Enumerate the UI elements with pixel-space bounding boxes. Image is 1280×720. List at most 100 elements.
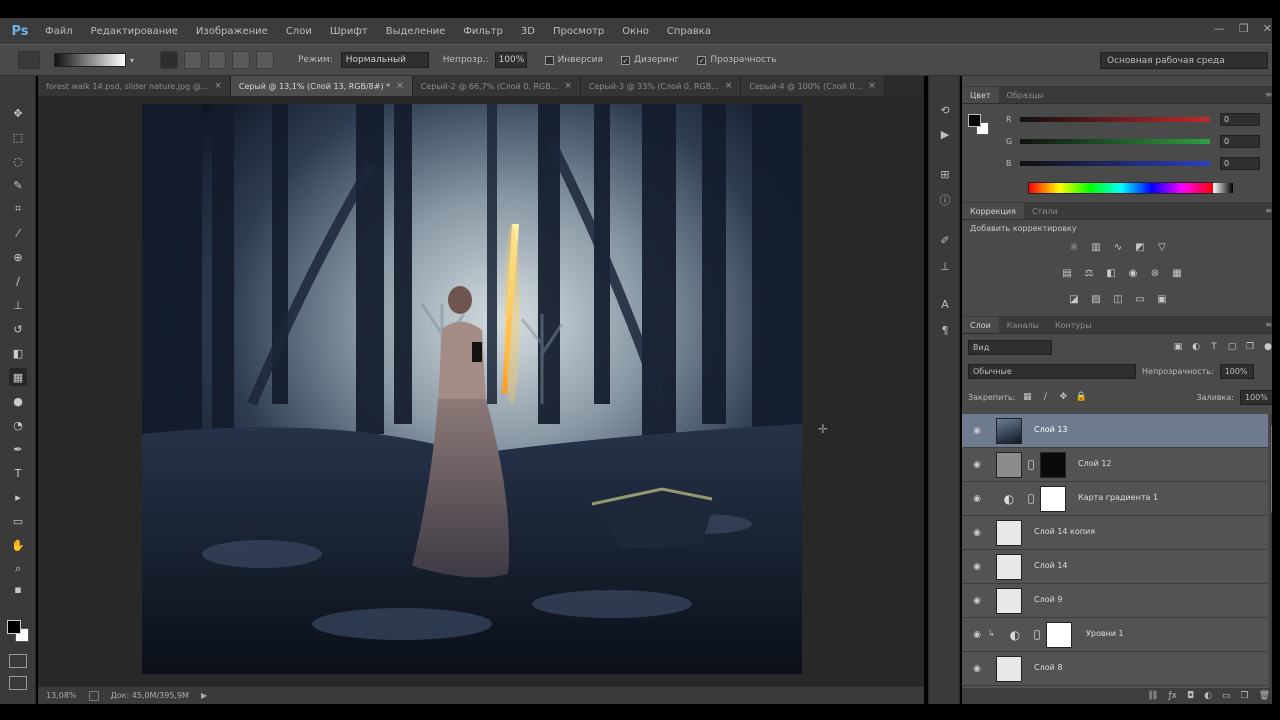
artwork-forest-image[interactable] — [142, 104, 802, 674]
layer-visibility-eye-icon[interactable]: ◉ — [970, 527, 984, 539]
layer-visibility-eye-icon[interactable]: ◉ — [970, 595, 984, 607]
threshold-icon[interactable]: ◫ — [1111, 292, 1125, 306]
checkbox-box[interactable] — [544, 55, 554, 65]
layer-name[interactable]: Слой 8 — [1034, 663, 1062, 672]
layer-link-icon[interactable] — [1034, 630, 1040, 640]
crop-tool-icon[interactable]: ⌗ — [9, 200, 27, 218]
exposure-icon[interactable]: ◩ — [1133, 240, 1147, 254]
option-checkbox[interactable]: ✓ Прозрачность — [697, 55, 777, 65]
slider-value-input[interactable]: 0 — [1220, 134, 1260, 148]
slider-track[interactable] — [1020, 116, 1210, 122]
layer-name[interactable]: Слой 9 — [1034, 595, 1062, 604]
color-lookup-icon[interactable]: ▦ — [1170, 266, 1184, 280]
layer-thumbnail[interactable] — [996, 588, 1022, 614]
zoom-tool-icon[interactable]: ⌕ — [9, 560, 27, 578]
layer-mask-thumbnail[interactable] — [1046, 622, 1072, 648]
menu-item[interactable]: Изображение — [196, 26, 268, 37]
layer-visibility-eye-icon[interactable]: ◉ — [970, 459, 984, 471]
brightness-contrast-icon[interactable]: ☼ — [1067, 240, 1081, 254]
layer-row[interactable]: ◉ ◐ Карта градиента 1 — [962, 482, 1268, 516]
panel-menu-icon[interactable]: ≡ — [1265, 90, 1272, 99]
tab-close-icon[interactable]: × — [396, 81, 404, 91]
layer-name[interactable]: Слой 12 — [1078, 459, 1112, 468]
tab-paths[interactable]: Контуры — [1047, 317, 1100, 333]
layer-thumbnail[interactable]: ◐ — [1002, 622, 1028, 648]
opacity-input[interactable]: 100% — [494, 52, 527, 68]
document-tab[interactable]: Серый-2 @ 66,7% (Слой 0, RGB... × — [412, 76, 581, 96]
slider-track[interactable] — [1020, 160, 1210, 166]
layer-thumbnail[interactable] — [996, 520, 1022, 546]
document-tab[interactable]: Серый-3 @ 33% (Слой 0, RGB... × — [580, 76, 742, 96]
tab-close-icon[interactable]: × — [214, 81, 222, 91]
menu-item[interactable]: Справка — [667, 26, 711, 37]
layer-visibility-eye-icon[interactable]: ◉ — [970, 663, 984, 675]
new-layer-icon[interactable]: ❐ — [1240, 691, 1248, 701]
path-select-tool-icon[interactable]: ▸ — [9, 488, 27, 506]
tab-styles[interactable]: Стили — [1024, 203, 1066, 219]
canvas-area[interactable]: ✛ — [38, 96, 924, 686]
posterize-icon[interactable]: ▨ — [1089, 292, 1103, 306]
document-tab[interactable]: forest walk 14.psd, slider nature.jpg @.… — [38, 76, 231, 96]
layer-mask-thumbnail[interactable] — [1040, 452, 1066, 478]
radial-gradient-button[interactable] — [184, 51, 202, 69]
checkbox-box[interactable]: ✓ — [697, 55, 707, 65]
tab-close-icon[interactable]: × — [725, 81, 733, 91]
filter-adjust-icon[interactable]: ◐ — [1190, 341, 1202, 353]
layer-opacity-input[interactable]: 100% — [1219, 363, 1254, 379]
color-spectrum-bar[interactable] — [1028, 182, 1233, 194]
pen-tool-icon[interactable]: ✒ — [9, 440, 27, 458]
panel-menu-icon[interactable]: ≡ — [1265, 320, 1272, 329]
layer-name[interactable]: Слой 14 копия — [1034, 527, 1095, 536]
document-tab[interactable]: Серый-4 @ 100% (Слой 0... × — [741, 76, 885, 96]
levels-icon[interactable]: ▥ — [1089, 240, 1103, 254]
paragraph-panel-icon[interactable]: ¶ — [937, 322, 953, 338]
zoom-readout[interactable]: 13,08% — [46, 691, 77, 700]
selective-color-icon[interactable]: ▣ — [1155, 292, 1169, 306]
layer-name[interactable]: Уровни 1 — [1086, 629, 1124, 638]
actions-panel-icon[interactable]: ▶ — [937, 126, 953, 142]
layer-visibility-eye-icon[interactable]: ◉ — [970, 561, 984, 573]
color-slider-r[interactable]: R0 — [1006, 112, 1276, 126]
layer-name[interactable]: Слой 14 — [1034, 561, 1068, 570]
minimize-icon[interactable]: — — [1214, 22, 1225, 35]
invert-icon[interactable]: ◪ — [1067, 292, 1081, 306]
slider-value-input[interactable]: 0 — [1220, 156, 1260, 170]
gradient-dropdown-icon[interactable]: ▾ — [126, 53, 138, 67]
brush-panel-icon[interactable]: ✐ — [937, 232, 953, 248]
slider-track[interactable] — [1020, 138, 1210, 144]
lasso-tool-icon[interactable]: ◌ — [9, 152, 27, 170]
layer-row[interactable]: ◉ Слой 14 копия — [962, 516, 1268, 550]
status-menu-arrow-icon[interactable]: ▶ — [201, 691, 207, 700]
layer-row[interactable]: ◉ Слой 8 — [962, 652, 1268, 686]
fill-input[interactable]: 100% — [1240, 389, 1274, 405]
new-adjustment-icon[interactable]: ◐ — [1204, 691, 1212, 701]
menu-item[interactable]: Фильтр — [463, 26, 503, 37]
color-slider-b[interactable]: B0 — [1006, 156, 1276, 170]
info-panel-icon[interactable]: ⓘ — [937, 192, 953, 208]
blend-mode-select[interactable]: Обычные — [968, 363, 1136, 379]
tab-color[interactable]: Цвет — [962, 87, 999, 103]
reflected-gradient-button[interactable] — [232, 51, 250, 69]
vibrance-icon[interactable]: ▽ — [1155, 240, 1169, 254]
layer-filter-select[interactable]: Вид — [968, 339, 1052, 355]
clone-source-icon[interactable]: ⊥ — [937, 258, 953, 274]
default-colors-icon[interactable]: ▪ — [9, 580, 27, 598]
clone-stamp-tool-icon[interactable]: ⊥ — [9, 296, 27, 314]
layer-visibility-eye-icon[interactable]: ◉ — [970, 629, 984, 641]
layer-link-icon[interactable] — [1028, 494, 1034, 504]
option-checkbox[interactable]: ✓ Дизеринг — [620, 55, 679, 65]
layer-row[interactable]: ◉ Слой 12 — [962, 448, 1268, 482]
angle-gradient-button[interactable] — [208, 51, 226, 69]
hue-saturation-icon[interactable]: ▤ — [1060, 266, 1074, 280]
diamond-gradient-button[interactable] — [256, 51, 274, 69]
mode-select[interactable]: Нормальный — [340, 52, 429, 68]
menu-item[interactable]: Редактирование — [91, 26, 178, 37]
layer-thumbnail[interactable] — [996, 452, 1022, 478]
layer-thumbnail[interactable]: ◐ — [996, 486, 1022, 512]
history-panel-icon[interactable]: ⟲ — [937, 102, 953, 118]
layer-style-icon[interactable]: ƒx — [1168, 691, 1177, 701]
quick-mask-icon[interactable] — [9, 654, 27, 668]
menu-item[interactable]: Файл — [45, 26, 73, 37]
status-icon[interactable] — [88, 690, 99, 701]
color-slider-g[interactable]: G0 — [1006, 134, 1276, 148]
